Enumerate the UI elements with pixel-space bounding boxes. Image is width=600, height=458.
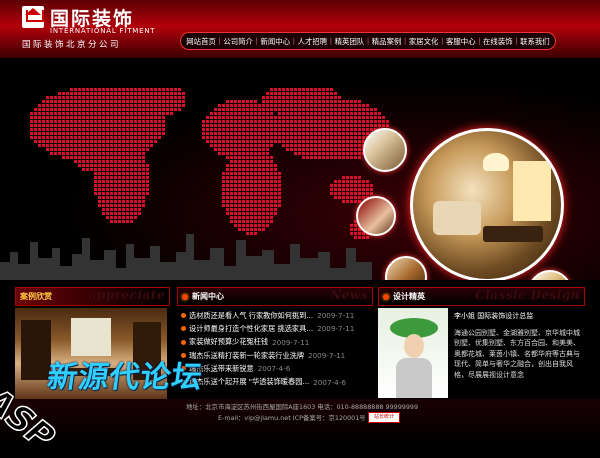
design-panel-title: 设计精英 [393,292,425,301]
news-item[interactable]: 选材质还是看人气 行家教你如何挑到... 2009-7-11 [177,309,373,322]
news-panel: 新闻中心 News 选材质还是看人气 行家教你如何挑到... 2009-7-11 设… [177,287,373,397]
featured-interior-image[interactable] [410,128,564,280]
cases-panel-title-en: appreciate [88,288,165,302]
news-item[interactable]: 瑞杰乐送个起开展 "华透装饰暖春园... 2007-4-6 [177,375,373,388]
news-title[interactable]: 瑞杰乐送个起开展 "华透装饰暖春园... [189,377,309,387]
designer-card: 李小姐 国际装饰设计总监 海通公园别墅、金湖雅别墅、京华城中城别墅、优集别墅、东… [378,308,585,398]
nav-separator: | [255,37,258,45]
news-date: 2009-7-11 [308,351,346,361]
news-panel-title-bar: 新闻中心 News [177,287,373,306]
footer-contact: E-mail：vip@jiamu.net ICP备案号：京120001号 [218,414,366,422]
nav-item-3[interactable]: 新闻中心 [260,36,290,47]
bullet-icon [181,339,186,345]
hero-banner [0,58,600,280]
cases-panel-title-bar: 案例欣赏 appreciate [15,287,170,306]
thumbnail-bubble-1[interactable] [363,128,407,172]
nav-item-8[interactable]: 客服中心 [446,36,476,47]
thumbnail-bubble-2[interactable] [356,196,396,236]
news-date: 2009-7-11 [272,337,310,347]
nav-item-5[interactable]: 精英团队 [335,36,365,47]
news-title[interactable]: 选材质还是看人气 行家教你如何挑到... [189,311,313,321]
logo-icon [22,6,44,28]
nav-separator: | [292,37,295,45]
news-item[interactable]: 瑞杰乐送带来新锐意 2007-4-6 [177,362,373,375]
designer-portrait[interactable] [378,308,448,398]
nav-item-2[interactable]: 公司简介 [223,36,253,47]
nav-item-9[interactable]: 在线装饰 [483,36,513,47]
news-item[interactable]: 瑞杰乐送精打装新一轮家装行业洗牌 2009-7-11 [177,349,373,362]
nav-separator: | [218,37,221,45]
news-list: 选材质还是看人气 行家教你如何挑到... 2009-7-11 设计师最身打造个性化家… [177,309,373,389]
bullet-icon [383,293,389,300]
footer-address: 地址：北京市海淀区苏州街西屋国际A座1603 电话：010-88888888 9… [186,403,419,411]
logo-subtitle-en: INTERNATIONAL FITMENT [50,27,156,35]
design-panel-title-en: Classic Design [475,288,580,302]
news-title[interactable]: 家装做好预算少花冤枉钱 [189,337,268,347]
news-title[interactable]: 设计师最身打造个性化家居 挑选家具... [189,324,313,334]
news-panel-title: 新闻中心 [192,292,224,301]
watermark-text: 新源代论坛 [45,360,205,395]
designer-name: 李小姐 国际装饰设计总监 [454,312,534,320]
nav-separator: | [403,37,407,45]
news-item[interactable]: 家装做好预算少花冤枉钱 2009-7-11 [177,336,373,349]
stats-badge[interactable]: 站长统计 [368,412,400,423]
nav-separator: | [329,37,333,45]
nav-separator: | [478,37,481,45]
news-panel-title-en: News [330,288,368,302]
header: 国际装饰 INTERNATIONAL FITMENT 国际装饰北京分公司 网站首… [0,0,600,58]
nav-separator: | [515,37,518,45]
design-panel: 设计精英 Classic Design 李小姐 国际装饰设计总监 海通公园别墅、… [378,287,585,398]
designer-text: 李小姐 国际装饰设计总监 海通公园别墅、金湖雅别墅、京华城中城别墅、优集别墅、东… [448,308,585,398]
design-panel-title-bar: 设计精英 Classic Design [378,287,585,306]
nav-item-7[interactable]: 家居文化 [409,36,439,47]
nav-separator: | [441,37,444,45]
news-date: 2007-4-6 [257,364,291,374]
nav-separator: | [366,37,370,45]
news-date: 2009-7-11 [317,311,355,321]
cases-panel-title: 案例欣赏 [20,292,52,301]
nav-item-10[interactable]: 联系我们 [520,36,550,47]
bullet-icon [182,293,188,300]
news-date: 2007-4-6 [313,377,346,387]
news-title[interactable]: 瑞杰乐送精打装新一轮家装行业洗牌 [189,351,304,361]
nav-item-1[interactable]: 网站首页 [186,36,216,47]
nav-item-6[interactable]: 精品案例 [372,36,402,47]
main-nav: 网站首页 | 公司简介 | 新闻中心 | 人才招聘 | 精英团队 | 精品案例 | 家居文化 | 客服中心 |… [180,32,556,50]
nav-item-4[interactable]: 人才招聘 [298,36,328,47]
footer: 地址：北京市海淀区苏州街西屋国际A座1603 电话：010-88888888 9… [0,399,600,445]
bullet-icon [181,313,186,319]
news-item[interactable]: 设计师最身打造个性化家居 挑选家具... 2009-7-11 [177,322,373,335]
designer-bio: 海通公园别墅、金湖雅别墅、京华城中城别墅、优集别墅、东方百合园、和美美、奥都花城… [454,328,580,379]
bullet-icon [181,326,186,332]
logo-branch: 国际装饰北京分公司 [22,40,122,50]
news-date: 2009-7-11 [317,324,355,334]
